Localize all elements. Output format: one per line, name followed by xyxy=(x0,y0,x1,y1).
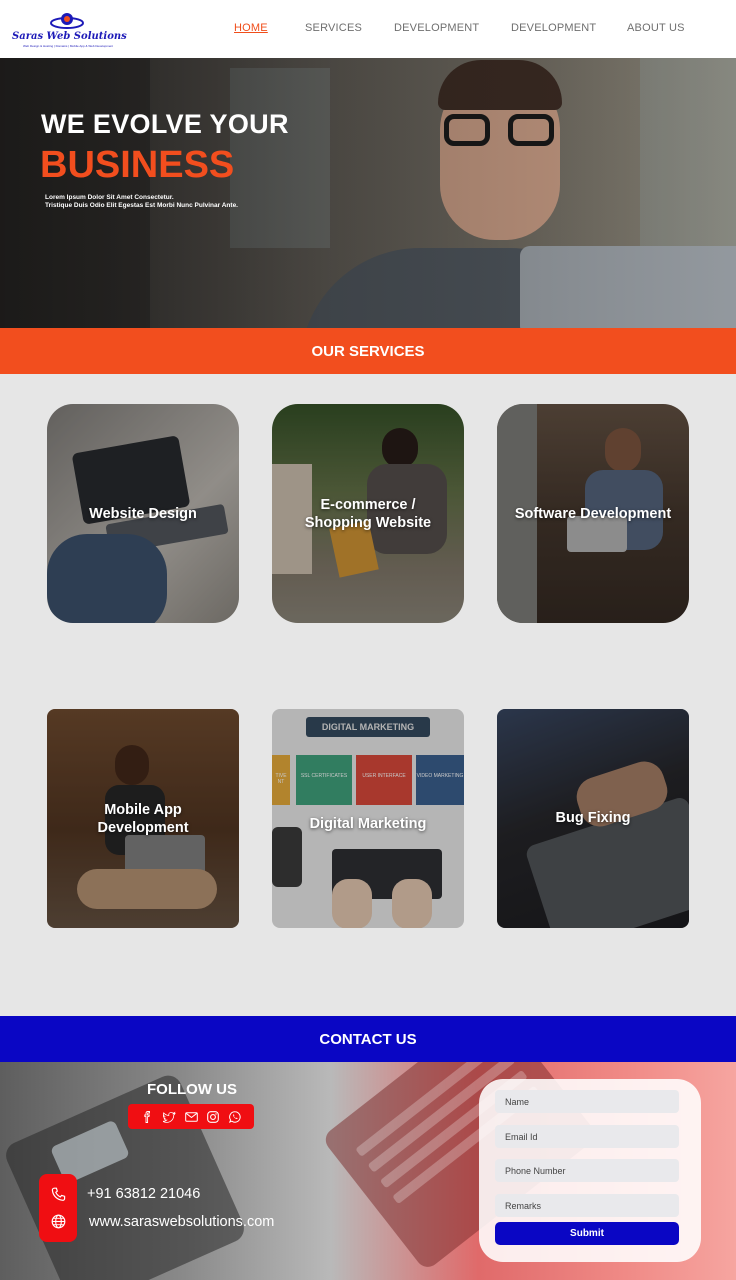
service-card-mobile-app[interactable]: Mobile App Development xyxy=(47,709,239,928)
whatsapp-icon[interactable] xyxy=(228,1110,242,1124)
service-card-label-line: Bug Fixing xyxy=(555,810,631,826)
service-card-software-development[interactable]: Software Development xyxy=(497,404,689,623)
submit-button[interactable]: Submit xyxy=(495,1222,679,1245)
hero-title: WE EVOLVE YOUR xyxy=(41,109,289,139)
desk-phone-image xyxy=(1,1071,249,1280)
social-icons-bar xyxy=(128,1104,254,1129)
contact-website[interactable]: www.saraswebsolutions.com xyxy=(89,1214,274,1230)
service-card-label: Digital Marketing xyxy=(272,815,464,833)
hero-subtitle-line: Tristique Duis Odio Elit Egestas Est Mor… xyxy=(45,202,238,209)
hero-highlight: BUSINESS xyxy=(40,144,235,186)
service-card-label-line: Digital Marketing xyxy=(309,816,427,832)
contact-section: FOLLOW US +91 63812 21046 www.saraswebso… xyxy=(0,1062,736,1280)
hero-subtitle: Lorem Ipsum Dolor Sit Amet Consectetur. … xyxy=(45,194,285,210)
service-card-bug-fixing[interactable]: Bug Fixing xyxy=(497,709,689,928)
nav-home[interactable]: HOME xyxy=(234,22,268,34)
service-card-label-line: Software Development xyxy=(514,506,672,522)
service-card-website-design[interactable]: Website Design xyxy=(47,404,239,623)
nav-about-us[interactable]: ABOUT US xyxy=(627,22,685,34)
hero-overlay xyxy=(0,58,736,328)
contact-heading: CONTACT US xyxy=(319,1030,417,1048)
contact-info-icons xyxy=(39,1174,77,1242)
globe-icon xyxy=(48,1211,68,1231)
mail-icon[interactable] xyxy=(184,1110,198,1124)
service-card-digital-marketing[interactable]: DIGITAL MARKETING TIVE NT SSL CERTIFICAT… xyxy=(272,709,464,928)
service-card-label: Bug Fixing xyxy=(497,809,689,827)
phone-icon xyxy=(48,1184,68,1204)
hero-subtitle-line: Lorem Ipsum Dolor Sit Amet Consectetur. xyxy=(45,194,174,201)
instagram-icon[interactable] xyxy=(206,1110,220,1124)
brand-name: Saras Web Solutions xyxy=(12,31,127,42)
contact-phone-number[interactable]: +91 63812 21046 xyxy=(87,1186,200,1202)
service-card-label-line: Website Design xyxy=(89,506,197,522)
service-card-label: Software Development xyxy=(497,505,689,523)
service-card-label-line: Development xyxy=(97,820,189,836)
service-card-label: Mobile App Development xyxy=(47,801,239,837)
hero-banner: WE EVOLVE YOUR BUSINESS Lorem Ipsum Dolo… xyxy=(0,58,736,328)
facebook-icon[interactable] xyxy=(140,1110,154,1124)
services-heading-bar: OUR SERVICES xyxy=(0,328,736,374)
logo-mark-icon xyxy=(50,13,84,29)
service-card-label-line: Mobile App xyxy=(104,802,182,818)
remarks-input[interactable] xyxy=(495,1194,679,1217)
twitter-icon[interactable] xyxy=(162,1110,176,1124)
service-card-ecommerce[interactable]: E-commerce / Shopping Website xyxy=(272,404,464,623)
service-card-label: E-commerce / Shopping Website xyxy=(272,496,464,532)
nav-development[interactable]: DEVELOPMENT xyxy=(394,22,479,34)
nav-services[interactable]: SERVICES xyxy=(305,22,362,34)
service-card-label: Website Design xyxy=(47,505,239,523)
service-card-label-line: E-commerce / xyxy=(320,497,416,513)
email-input[interactable] xyxy=(495,1125,679,1148)
name-input[interactable] xyxy=(495,1090,679,1113)
service-card-label-line: Shopping Website xyxy=(304,515,432,531)
contact-form: Submit xyxy=(479,1079,701,1262)
follow-us-label: FOLLOW US xyxy=(147,1081,237,1098)
services-heading: OUR SERVICES xyxy=(311,342,425,360)
top-navbar: Saras Web Solutions Web Design & Hosting… xyxy=(0,0,736,58)
phone-number-input[interactable] xyxy=(495,1159,679,1182)
brand-logo[interactable]: Saras Web Solutions Web Design & Hosting… xyxy=(12,8,127,52)
nav-development-2[interactable]: DEVELOPMENT xyxy=(511,22,596,34)
brand-tagline: Web Design & Hosting | Domains | Mobile … xyxy=(23,44,113,48)
contact-heading-bar: CONTACT US xyxy=(0,1016,736,1062)
